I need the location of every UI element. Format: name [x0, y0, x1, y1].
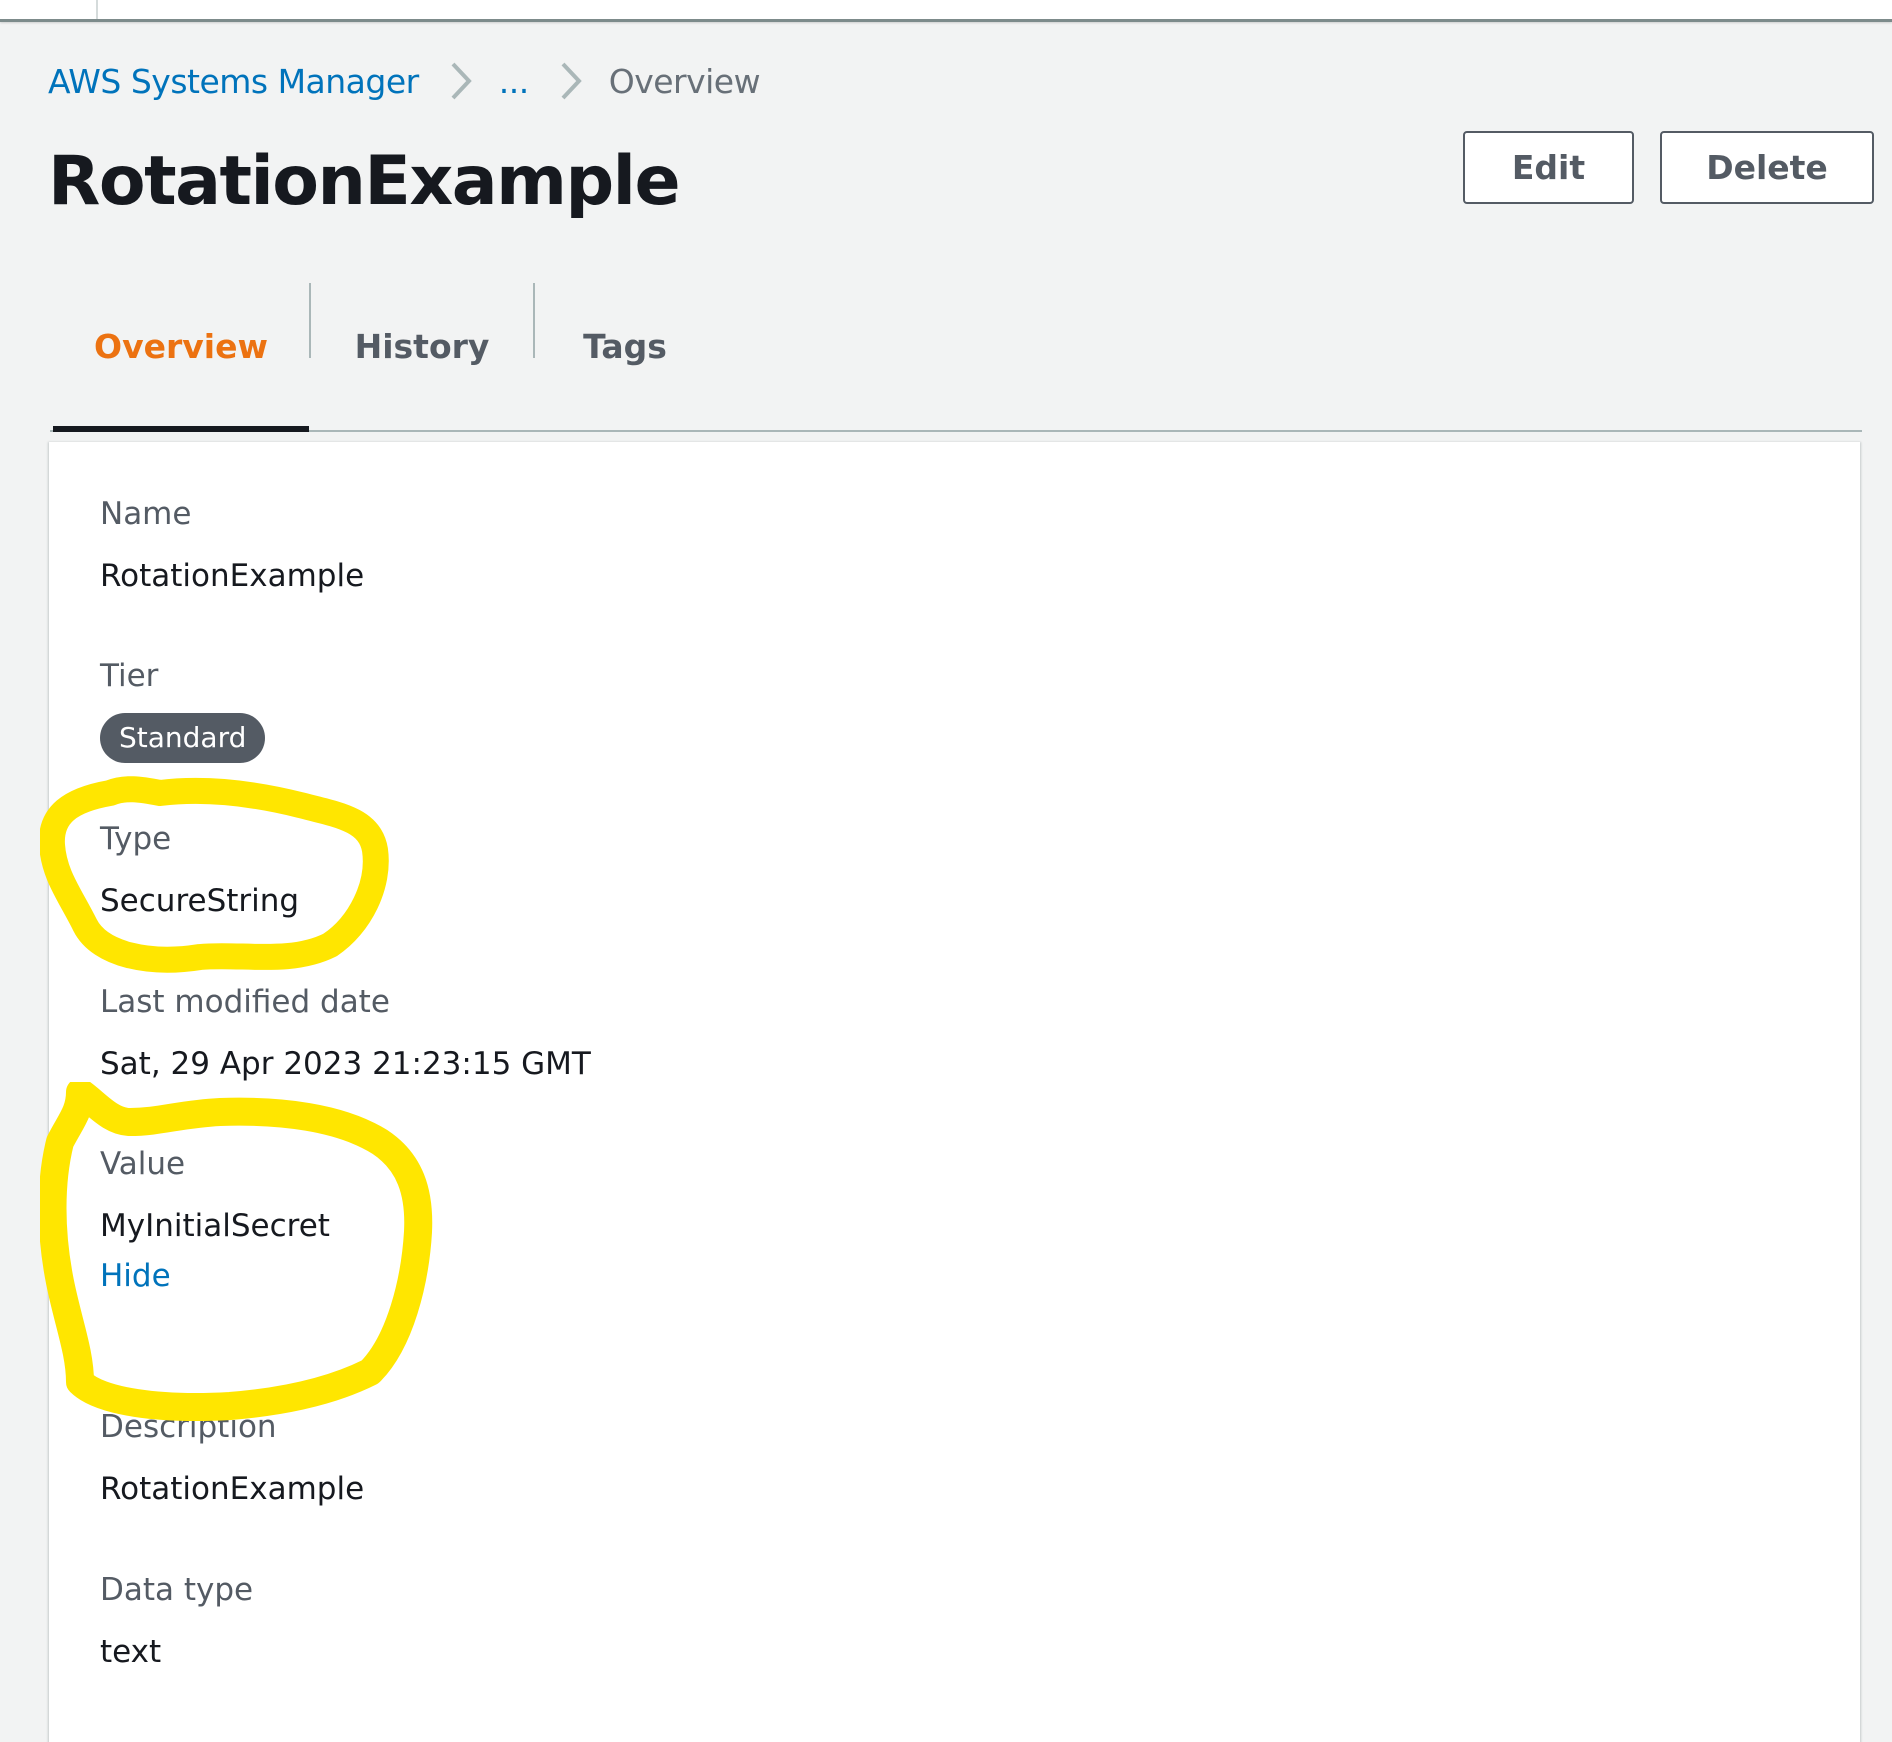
tier-badge: Standard [100, 713, 266, 763]
hide-value-link[interactable]: Hide [100, 1256, 330, 1296]
field-value: RotationExample [100, 558, 365, 594]
breadcrumb-ellipsis[interactable]: ... [499, 62, 529, 101]
chevron-right-icon [451, 62, 472, 100]
breadcrumb-systems-manager[interactable]: AWS Systems Manager [48, 62, 419, 101]
tab-bar: Overview History Tags [50, 280, 1862, 432]
field-value: SecureString [100, 883, 300, 919]
breadcrumb-current: Overview [608, 61, 761, 101]
field-value: RotationExample [100, 1471, 365, 1507]
breadcrumb: AWS Systems Manager ... Overview [48, 56, 761, 106]
top-navigation-bar [0, 0, 1892, 22]
edit-button[interactable]: Edit [1463, 131, 1634, 204]
field-value-secret: Value MyInitialSecret Hide [100, 1144, 330, 1296]
tab-tags[interactable]: Tags [535, 280, 715, 428]
chevron-right-icon [561, 62, 582, 100]
tab-tags-label: Tags [583, 326, 667, 366]
topbar-divider [96, 0, 98, 19]
field-label: Tier [100, 658, 159, 694]
delete-button[interactable]: Delete [1660, 131, 1874, 204]
field-label: Data type [100, 1572, 254, 1608]
field-label: Last modified date [100, 984, 390, 1020]
tab-history-label: History [354, 326, 490, 366]
tab-overview-label: Overview [94, 326, 268, 366]
field-value: MyInitialSecret [100, 1208, 330, 1244]
field-label: Value [100, 1146, 186, 1182]
field-last-modified: Last modified date Sat, 29 Apr 2023 21:2… [100, 982, 591, 1084]
field-type: Type SecureString [100, 819, 299, 921]
field-label: Name [100, 496, 192, 532]
field-description: Description RotationExample [100, 1407, 364, 1509]
page-title: RotationExample [48, 142, 681, 221]
field-value: text [100, 1634, 162, 1670]
tab-history[interactable]: History [311, 280, 533, 428]
field-label: Type [100, 821, 172, 857]
field-data-type: Data type text [100, 1570, 253, 1672]
field-value: Sat, 29 Apr 2023 21:23:15 GMT [100, 1046, 591, 1082]
field-tier: Tier Standard [100, 656, 266, 763]
active-tab-indicator [53, 426, 309, 432]
tab-overview[interactable]: Overview [53, 280, 309, 428]
field-name: Name RotationExample [100, 494, 364, 596]
parameter-details-card: Name RotationExample Tier Standard Type … [49, 442, 1860, 1742]
field-label: Description [100, 1409, 277, 1445]
